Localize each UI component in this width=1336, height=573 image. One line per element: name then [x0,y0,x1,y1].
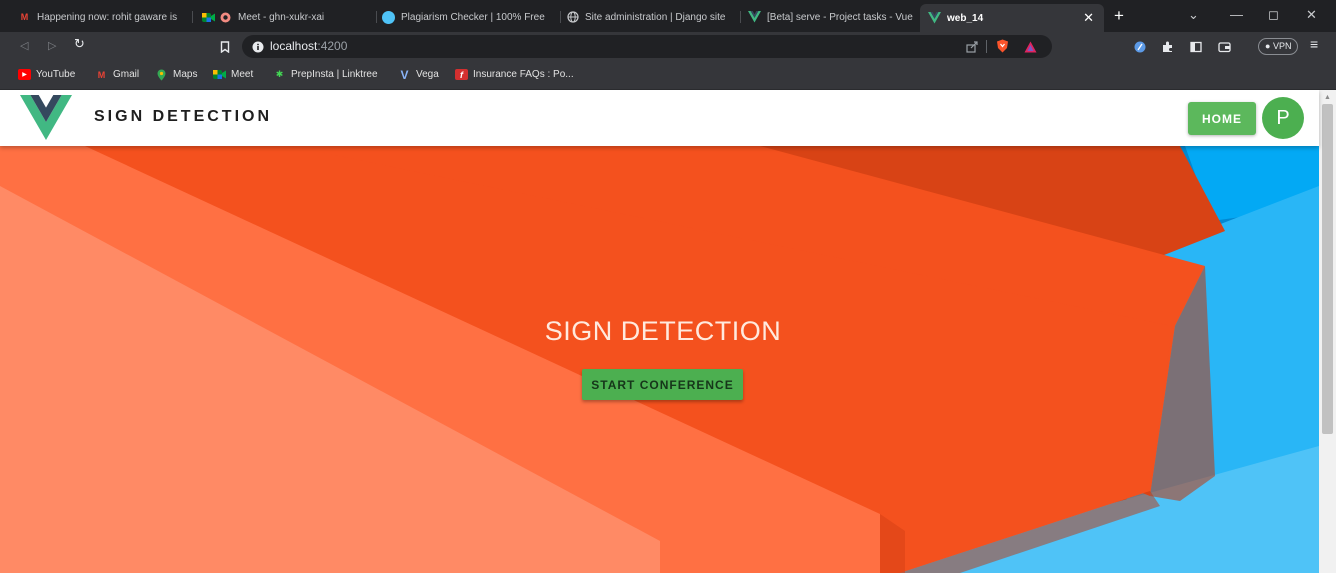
tab-title: [Beta] serve - Project tasks - Vue [767,11,913,23]
address-bar[interactable]: localhost:4200 [242,35,1052,58]
hero-background [0,146,1319,573]
bookmark-label: Meet [231,69,254,80]
tab-meet[interactable]: Meet - ghn-xukr-xai [198,5,374,29]
bookmark-youtube[interactable]: ▶ YouTube [18,69,75,80]
bookmark-prepinsta[interactable]: ✱ PrepInsta | Linktree [273,69,378,80]
linktree-icon: ✱ [275,69,284,79]
close-tab-icon[interactable]: ✕ [1083,11,1094,24]
brand-title[interactable]: SIGN DETECTION [94,108,272,126]
bookmark-insurance-faqs[interactable]: f Insurance FAQs : Po... [455,69,574,80]
meet-icon [213,69,226,80]
app-bar: SIGN DETECTION HOME P [0,90,1319,146]
hero-section: SIGN DETECTION START CONFERENCE [0,146,1319,573]
bookmark-icon[interactable] [219,40,231,54]
sidebar-icon[interactable] [1190,40,1202,53]
extension-icon[interactable] [1134,40,1146,53]
bookmark-label: Maps [173,69,198,80]
bookmark-meet[interactable]: Meet [213,69,253,80]
maps-icon [155,69,168,80]
meet-icon [202,11,215,24]
globe-icon [566,11,579,24]
tab-title: Meet - ghn-xukr-xai [238,11,325,23]
vue-icon [928,12,941,25]
scrollbar[interactable]: ▲ [1319,90,1336,573]
browser-tab-strip: M Happening now: rohit gaware is Meet - … [0,0,1336,32]
youtube-icon: ▶ [18,69,31,80]
tab-search-icon[interactable]: ⌄ [1188,6,1199,24]
vue-logo-icon[interactable] [20,95,72,141]
tab-separator [740,11,741,23]
bookmark-label: Gmail [113,69,140,80]
bookmark-label: Vega [416,69,439,80]
tab-django-admin[interactable]: Site administration | Django site [562,5,738,29]
vue-icon [748,11,761,24]
site-info-icon[interactable] [252,40,264,53]
puzzle-icon[interactable] [1162,40,1174,52]
vega-icon: V [400,67,409,82]
tab-title: Plagiarism Checker | 100% Free [401,11,545,23]
brave-rewards-icon[interactable] [1024,40,1037,53]
brave-shields-icon[interactable] [996,39,1008,53]
tab-gmail[interactable]: M Happening now: rohit gaware is [14,5,190,29]
tab-web-14[interactable]: web_14 ✕ [920,4,1104,32]
new-tab-icon[interactable]: + [1114,7,1124,24]
tab-separator [560,11,561,23]
bookmark-label: PrepInsta | Linktree [291,69,378,80]
browser-toolbar: ◁ ▷ ↻ localhost:4200 ● VPN ≡ [0,32,1336,61]
tab-title: Happening now: rohit gaware is [37,11,178,23]
gmail-icon: M [97,69,106,80]
recording-icon [219,11,232,24]
bookmark-label: Insurance FAQs : Po... [473,69,574,80]
bookmark-gmail[interactable]: M Gmail [95,69,139,80]
start-conference-button[interactable]: START CONFERENCE [582,369,743,400]
bookmark-vega[interactable]: V Vega [398,67,439,82]
bookmarks-bar: ▶ YouTube M Gmail Maps Meet ✱ PrepInsta … [0,61,1336,90]
tab-title: web_14 [947,12,984,24]
omnibox-divider [986,40,987,53]
tab-plagiarism-checker[interactable]: Plagiarism Checker | 100% Free [378,5,558,29]
page-viewport: SIGN DETECTION HOME P SIGN DETECTION STA… [0,90,1336,573]
tab-separator [376,11,377,23]
insurance-icon: f [455,69,468,80]
avatar[interactable]: P [1262,97,1304,139]
tab-project-tasks[interactable]: [Beta] serve - Project tasks - Vue [744,5,920,29]
forward-icon[interactable]: ▷ [48,39,56,53]
scroll-up-icon[interactable]: ▲ [1324,94,1331,101]
plagiarism-icon [382,10,395,24]
tab-title: Site administration | Django site [585,11,726,23]
tab-separator [192,11,193,23]
gmail-icon: M [20,12,29,22]
wallet-icon[interactable] [1218,40,1231,53]
menu-icon[interactable]: ≡ [1310,37,1318,51]
restore-icon[interactable]: ◻ [1268,6,1279,24]
home-button[interactable]: HOME [1188,102,1256,135]
hero-title: SIGN DETECTION [544,316,782,346]
close-window-icon[interactable]: ✕ [1306,6,1317,24]
bookmark-maps[interactable]: Maps [155,69,197,80]
share-icon[interactable] [966,40,978,53]
bookmark-label: YouTube [36,69,76,80]
minimize-icon[interactable]: — [1230,6,1243,24]
url-text: localhost:4200 [270,39,348,53]
back-icon[interactable]: ◁ [20,39,28,53]
vpn-button[interactable]: ● VPN [1258,38,1299,55]
reload-icon[interactable]: ↻ [74,37,85,51]
scrollbar-thumb[interactable] [1322,104,1333,434]
